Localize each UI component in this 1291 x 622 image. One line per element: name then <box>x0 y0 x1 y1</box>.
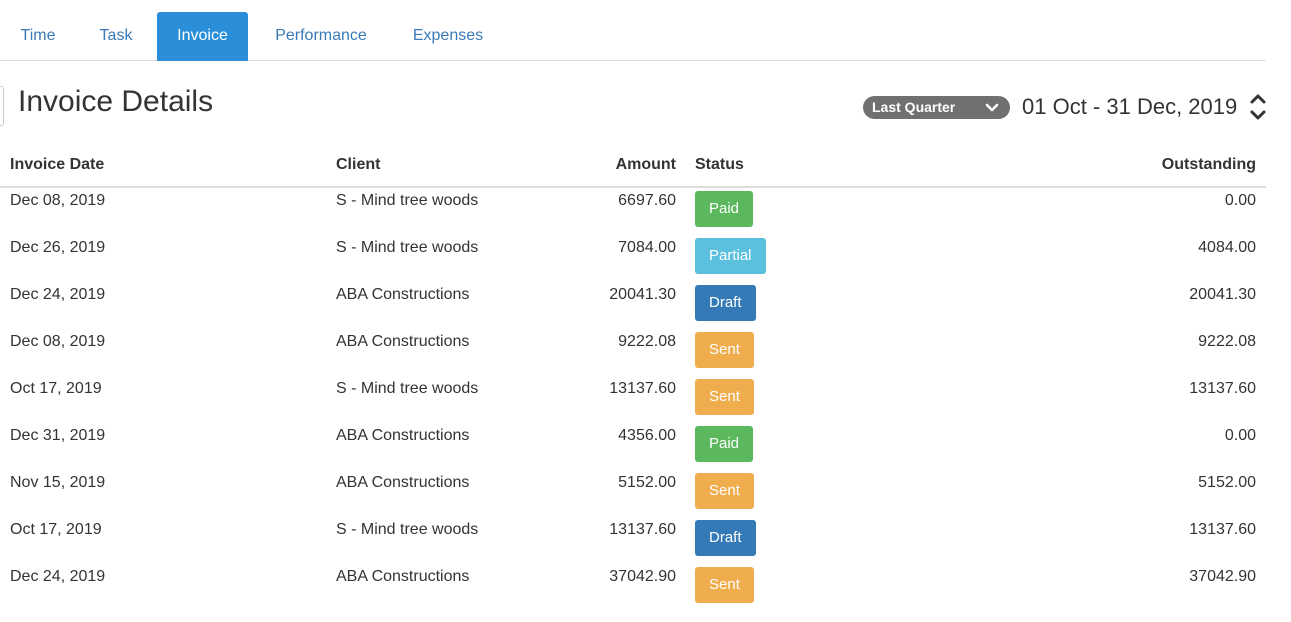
invoice-date-cell: Dec 24, 2019 <box>10 568 106 585</box>
amount-cell: 9222.08 <box>618 333 676 350</box>
tab-invoice[interactable]: Invoice <box>157 12 248 61</box>
outstanding-cell: 9222.08 <box>1198 333 1256 350</box>
outstanding-cell: 0.00 <box>1224 427 1256 444</box>
column-header-client[interactable]: Client <box>336 156 380 174</box>
outstanding-cell: 0.00 <box>1224 192 1256 209</box>
client-cell: S - Mind tree woods <box>336 521 479 538</box>
table-row[interactable]: Oct 17, 2019 S - Mind tree woods 13137.60 1… <box>0 377 1266 424</box>
status-badge: Partial <box>695 238 766 274</box>
outstanding-cell: 37042.90 <box>1189 568 1256 585</box>
chevron-down-icon <box>985 103 999 112</box>
column-header-outstanding[interactable]: Outstanding <box>1100 156 1256 174</box>
column-header-invoice-date[interactable]: Invoice Date <box>10 156 104 174</box>
amount-cell: 37042.90 <box>609 568 676 585</box>
client-cell: S - Mind tree woods <box>336 239 479 256</box>
table-row[interactable]: Dec 31, 2019 ABA Constructions 4356.00 0.00… <box>0 424 1266 471</box>
amount-cell: 13137.60 <box>609 380 676 397</box>
status-badge: Sent <box>695 567 754 603</box>
table-row[interactable]: Dec 26, 2019 S - Mind tree woods 7084.00 40… <box>0 236 1266 283</box>
invoice-date-cell: Dec 31, 2019 <box>10 427 106 444</box>
range-select-dropdown[interactable]: Last Quarter <box>863 96 1010 119</box>
table-row[interactable]: Dec 08, 2019 S - Mind tree woods 6697.60 0.… <box>0 189 1266 236</box>
outstanding-cell: 4084.00 <box>1198 239 1256 256</box>
amount-cell: 4356.00 <box>618 427 676 444</box>
invoice-date-cell: Oct 17, 2019 <box>10 521 102 538</box>
client-cell: ABA Constructions <box>336 333 470 350</box>
tab-task[interactable]: Task <box>80 12 152 61</box>
outstanding-cell: 13137.60 <box>1189 521 1256 538</box>
page-title: Invoice Details <box>18 85 214 118</box>
date-range-label: 01 Oct - 31 Dec, 2019 <box>1022 94 1238 119</box>
invoice-date-cell: Dec 08, 2019 <box>10 333 106 350</box>
outstanding-cell: 20041.30 <box>1189 286 1256 303</box>
table-header: Invoice Date Client Amount Status Outsta… <box>0 148 1266 188</box>
invoice-date-cell: Dec 24, 2019 <box>10 286 106 303</box>
status-badge: Paid <box>695 191 754 227</box>
status-badge: Sent <box>695 473 754 509</box>
tab-time[interactable]: Time <box>0 12 76 61</box>
invoice-date-cell: Dec 26, 2019 <box>10 239 106 256</box>
amount-cell: 13137.60 <box>609 521 676 538</box>
table-row[interactable]: Nov 15, 2019 ABA Constructions 5152.00 5152… <box>0 471 1266 518</box>
client-cell: S - Mind tree woods <box>336 192 479 209</box>
up-down-arrows-icon[interactable] <box>1248 92 1268 122</box>
status-badge: Draft <box>695 285 756 321</box>
client-cell: S - Mind tree woods <box>336 380 479 397</box>
table-row[interactable]: Oct 17, 2019 S - Mind tree woods 13137.60 1… <box>0 518 1266 565</box>
column-header-amount[interactable]: Amount <box>575 156 676 174</box>
outstanding-cell: 13137.60 <box>1189 380 1256 397</box>
client-cell: ABA Constructions <box>336 427 470 444</box>
amount-cell: 5152.00 <box>618 474 676 491</box>
panel-edge <box>0 86 4 126</box>
table-row[interactable]: Dec 08, 2019 ABA Constructions 9222.08 9222… <box>0 330 1266 377</box>
client-cell: ABA Constructions <box>336 286 470 303</box>
status-badge: Sent <box>695 379 754 415</box>
status-badge: Draft <box>695 520 756 556</box>
amount-cell: 7084.00 <box>618 239 676 256</box>
status-badge: Paid <box>695 426 754 462</box>
nav-tabs: Time Task Invoice Performance Expenses <box>0 12 1266 61</box>
outstanding-cell: 5152.00 <box>1198 474 1256 491</box>
table-row[interactable]: Dec 24, 2019 ABA Constructions 37042.90 370… <box>0 565 1266 612</box>
range-select-label: Last Quarter <box>872 99 956 115</box>
client-cell: ABA Constructions <box>336 474 470 491</box>
amount-cell: 6697.60 <box>618 192 676 209</box>
tab-performance[interactable]: Performance <box>256 12 386 61</box>
table-row[interactable]: Dec 24, 2019 ABA Constructions 20041.30 200… <box>0 283 1266 330</box>
tab-expenses[interactable]: Expenses <box>396 12 500 61</box>
client-cell: ABA Constructions <box>336 568 470 585</box>
status-badge: Sent <box>695 332 754 368</box>
invoice-date-cell: Nov 15, 2019 <box>10 474 106 491</box>
invoice-date-cell: Oct 17, 2019 <box>10 380 102 397</box>
column-header-status[interactable]: Status <box>695 156 744 174</box>
amount-cell: 20041.30 <box>609 286 676 303</box>
invoice-date-cell: Dec 08, 2019 <box>10 192 106 209</box>
